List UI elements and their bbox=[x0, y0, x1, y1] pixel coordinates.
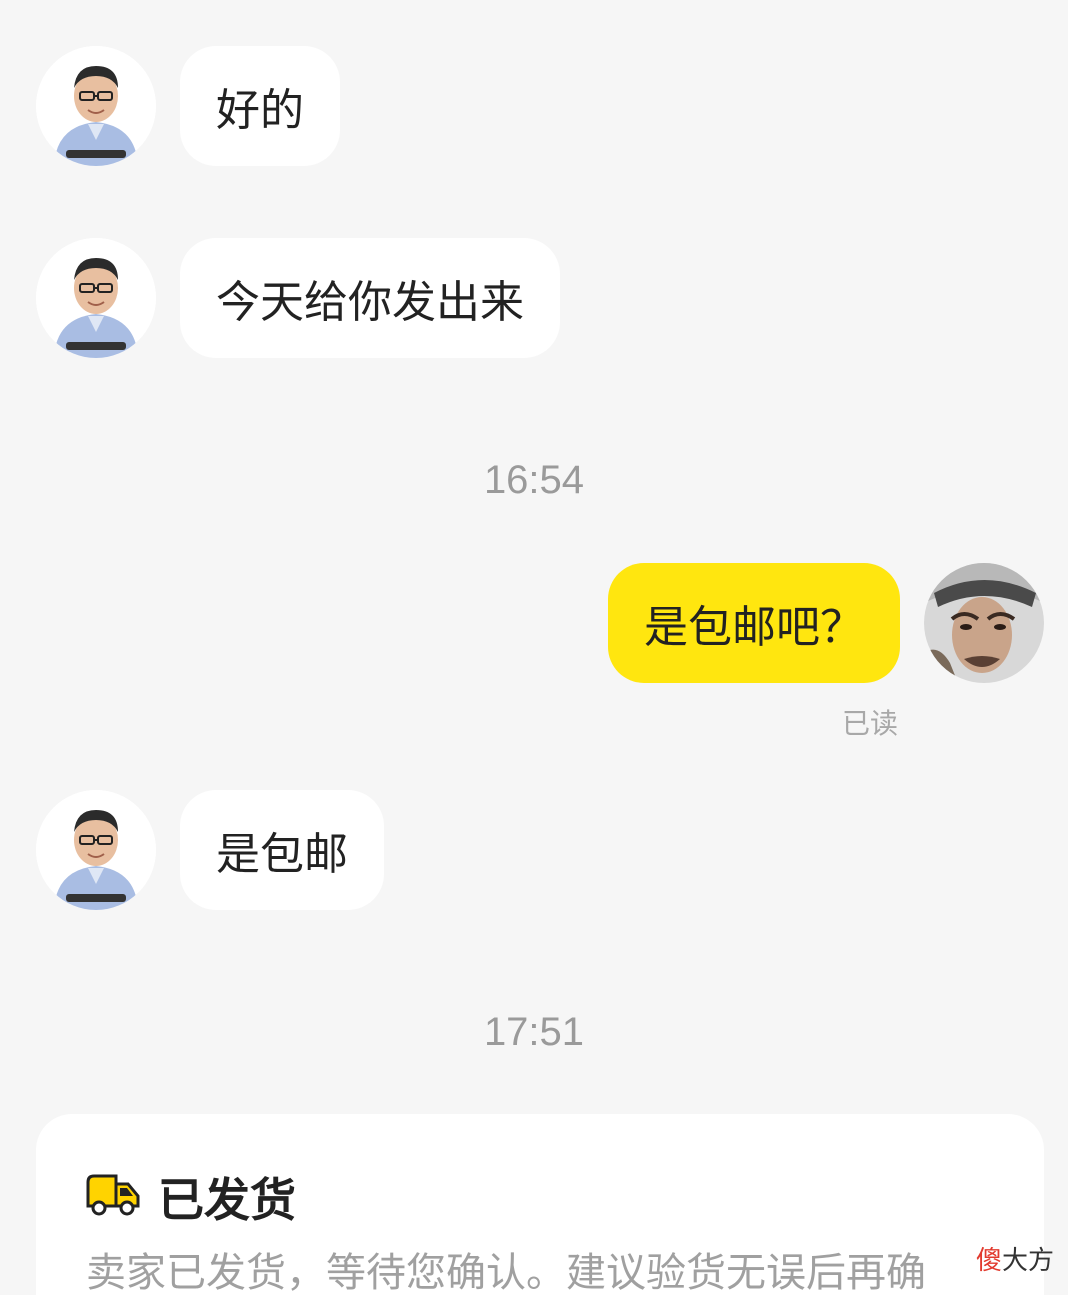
timestamp: 17:51 bbox=[483, 1010, 585, 1054]
seller-avatar[interactable] bbox=[36, 790, 156, 910]
timestamp: 16:54 bbox=[483, 458, 585, 502]
seller-avatar[interactable] bbox=[36, 238, 156, 358]
read-status: 已读 bbox=[842, 707, 899, 740]
message-text: 是包邮吧？ bbox=[644, 602, 864, 653]
watermark-text: 大方 bbox=[1002, 1246, 1055, 1276]
card-title: 已发货 bbox=[158, 1173, 296, 1227]
buyer-avatar[interactable] bbox=[924, 563, 1044, 683]
message-text: 今天给你发出来 bbox=[216, 277, 524, 328]
message-text: 是包邮 bbox=[216, 829, 348, 880]
watermark-logo: 傻大方 bbox=[976, 1240, 1054, 1277]
card-description: 卖家已发货，等待您确认。建议验货无误后再确 bbox=[86, 1250, 926, 1295]
chat-screen: 好的 今天给你发出来 16:54 是包邮吧？ 已读 是包邮 17:51 已发货 … bbox=[0, 0, 1068, 1295]
seller-avatar[interactable] bbox=[36, 46, 156, 166]
card-header: 已发货 bbox=[86, 1164, 296, 1230]
message-bubble-incoming[interactable]: 今天给你发出来 bbox=[180, 238, 560, 358]
watermark-accent: 傻 bbox=[976, 1246, 1003, 1276]
message-text: 好的 bbox=[216, 85, 304, 136]
message-bubble-incoming[interactable]: 是包邮 bbox=[180, 790, 384, 910]
message-bubble-outgoing[interactable]: 是包邮吧？ bbox=[608, 563, 900, 683]
message-bubble-incoming[interactable]: 好的 bbox=[180, 46, 340, 166]
shipping-status-card[interactable]: 已发货 卖家已发货，等待您确认。建议验货无误后再确 bbox=[36, 1114, 1044, 1295]
truck-icon bbox=[86, 1172, 142, 1222]
